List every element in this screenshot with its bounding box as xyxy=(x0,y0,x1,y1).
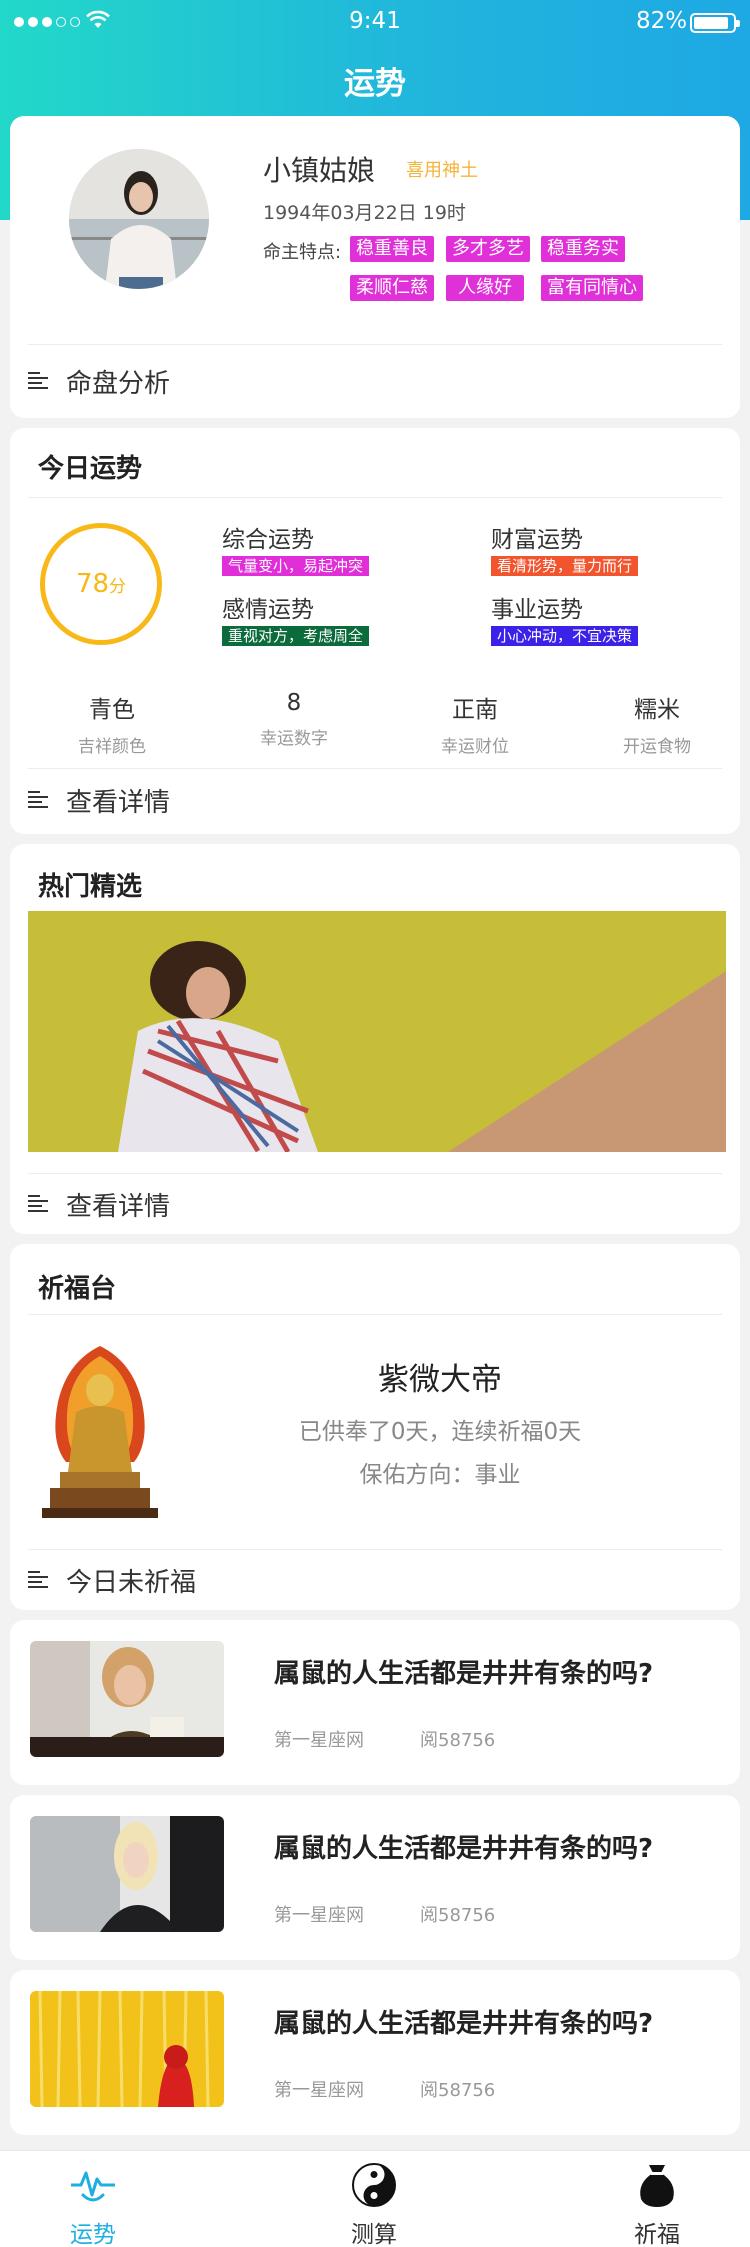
trait-tag: 柔顺仁慈 xyxy=(350,275,434,301)
article-reads: 阅58756 xyxy=(420,1905,496,1926)
pray-today-link[interactable]: 今日未祈福 xyxy=(28,1560,196,1600)
featured-image[interactable] xyxy=(28,911,726,1152)
article-title: 属鼠的人生活都是井井有条的吗? xyxy=(274,1834,654,1864)
article-title: 属鼠的人生活都是井井有条的吗? xyxy=(274,1659,654,1689)
page-title: 运势 xyxy=(344,66,406,102)
article-thumbnail xyxy=(30,1991,224,2107)
fortune-item-title: 综合运势 xyxy=(222,527,314,553)
tab-fortune[interactable]: 运势 xyxy=(28,2151,158,2247)
fortune-bag-icon xyxy=(640,2165,674,2207)
lucky-food: 糯米 开运食物 xyxy=(623,697,691,757)
tab-label: 运势 xyxy=(70,2222,116,2247)
fortune-item-desc: 小心冲动，不宜决策 xyxy=(491,626,639,646)
divider xyxy=(28,768,722,769)
prayer-direction: 保佑方向：事业 xyxy=(359,1462,521,1488)
trait-tag: 稳重务实 xyxy=(541,236,625,262)
avatar[interactable] xyxy=(69,149,209,289)
trait-tag: 多才多艺 xyxy=(446,236,530,262)
lucky-direction: 正南 幸运财位 xyxy=(441,697,509,757)
profile-card: 小镇姑娘 喜用神土 1994年03月22日 19时 命主特点: 稳重善良 多才多… xyxy=(10,116,740,418)
article-source: 第一星座网 xyxy=(274,1730,364,1751)
divider xyxy=(28,497,722,498)
hot-picks-card: 热门精选 查看详情 xyxy=(10,844,740,1234)
section-title: 祈福台 xyxy=(38,1274,117,1304)
birth-datetime: 1994年03月22日 19时 xyxy=(263,202,466,224)
menu-lines-icon xyxy=(28,1571,48,1589)
article-card[interactable]: 属鼠的人生活都是井井有条的吗? 第一星座网 阅58756 xyxy=(10,1970,740,2135)
fortune-score-ring: 78分 xyxy=(40,523,162,645)
fortune-item-desc: 气量变小，易起冲突 xyxy=(222,556,370,576)
tab-label: 祈福 xyxy=(634,2222,680,2247)
lucky-color: 青色 吉祥颜色 xyxy=(78,697,146,757)
article-card[interactable]: 属鼠的人生活都是井井有条的吗? 第一星座网 阅58756 xyxy=(10,1795,740,1960)
section-title: 今日运势 xyxy=(38,454,143,484)
article-source: 第一星座网 xyxy=(274,2080,364,2101)
deity-name: 紫微大帝 xyxy=(378,1362,502,1398)
menu-lines-icon xyxy=(28,791,48,809)
today-fortune-card: 今日运势 78分 综合运势 气量变小，易起冲突 财富运势 看清形势，量力而行 感… xyxy=(10,428,740,834)
section-title: 热门精选 xyxy=(38,872,143,902)
deity-statue-image xyxy=(42,1346,158,1518)
article-source: 第一星座网 xyxy=(274,1905,364,1926)
battery-percent: 82% xyxy=(636,8,688,34)
fortune-details-link[interactable]: 查看详情 xyxy=(28,780,170,820)
favorable-element: 喜用神土 xyxy=(406,160,478,181)
divider xyxy=(28,344,722,345)
tab-calculate[interactable]: 测算 xyxy=(309,2151,439,2247)
trait-tag: 稳重善良 xyxy=(350,236,434,262)
trait-tag: 人缘好 xyxy=(446,275,524,301)
divider xyxy=(28,1314,722,1315)
tab-blessing[interactable]: 祈福 xyxy=(592,2151,722,2247)
fortune-score: 78 xyxy=(75,569,110,599)
divider xyxy=(28,1549,722,1550)
fortune-item-title: 感情运势 xyxy=(222,597,314,623)
pulse-face-icon xyxy=(71,2171,115,2202)
article-card[interactable]: 属鼠的人生活都是井井有条的吗? 第一星座网 阅58756 xyxy=(10,1620,740,1785)
status-bar: 9:41 82% xyxy=(0,0,750,44)
trait-tag: 富有同情心 xyxy=(541,275,643,301)
article-title: 属鼠的人生活都是井井有条的吗? xyxy=(274,2009,654,2039)
hot-details-link[interactable]: 查看详情 xyxy=(28,1184,170,1224)
article-thumbnail xyxy=(30,1816,224,1932)
tab-bar: 运势 测算 祈福 xyxy=(0,2150,750,2247)
tab-label: 测算 xyxy=(351,2222,397,2247)
article-reads: 阅58756 xyxy=(420,2080,496,2101)
article-thumbnail xyxy=(30,1641,224,1757)
article-reads: 阅58756 xyxy=(420,1730,496,1751)
chart-analysis-link[interactable]: 命盘分析 xyxy=(28,361,170,401)
fortune-item-desc: 重视对方，考虑周全 xyxy=(222,626,370,646)
divider xyxy=(28,1173,722,1174)
lucky-number: 8 幸运数字 xyxy=(260,690,328,749)
battery-icon xyxy=(690,13,740,33)
chart-analysis-label: 命盘分析 xyxy=(66,368,171,399)
yin-yang-icon xyxy=(352,2163,396,2207)
fortune-item-title: 事业运势 xyxy=(491,597,583,623)
pray-today-label: 今日未祈福 xyxy=(66,1567,197,1598)
menu-lines-icon xyxy=(28,372,48,390)
fortune-details-label: 查看详情 xyxy=(66,787,171,818)
fortune-item-desc: 看清形势，量力而行 xyxy=(491,556,639,576)
hot-details-label: 查看详情 xyxy=(66,1191,171,1222)
prayer-status: 已供奉了0天，连续祈福0天 xyxy=(298,1419,582,1445)
traits-label: 命主特点: xyxy=(263,242,342,263)
prayer-card: 祈福台 紫微大帝 已供奉了0天，连续祈福0天 保佑方向：事业 今日未祈福 xyxy=(10,1244,740,1610)
menu-lines-icon xyxy=(28,1195,48,1213)
user-name: 小镇姑娘 xyxy=(263,154,376,187)
fortune-item-title: 财富运势 xyxy=(491,527,583,553)
score-unit: 分 xyxy=(109,577,127,597)
